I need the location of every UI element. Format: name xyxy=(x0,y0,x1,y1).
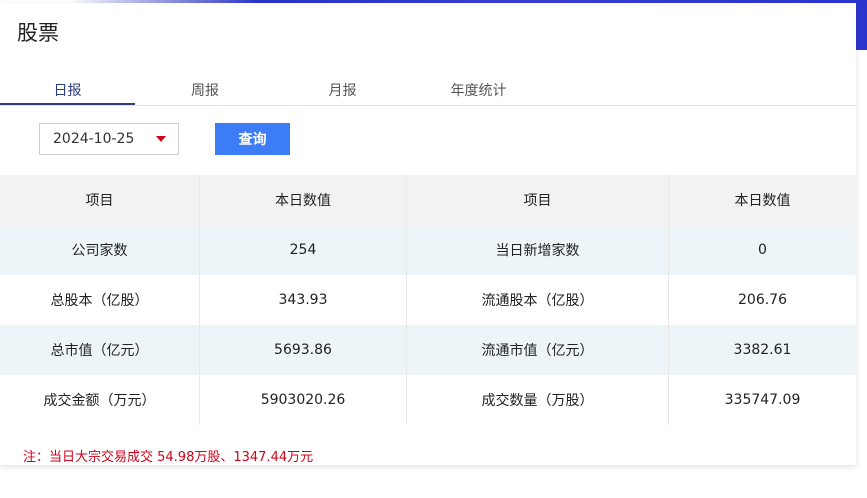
tab-weekly[interactable]: 周报 xyxy=(135,76,275,106)
table-cell: 总市值（亿元） xyxy=(0,325,200,375)
table-cell: 0 xyxy=(758,242,767,258)
query-button[interactable]: 查询 xyxy=(215,123,290,155)
table-row: 成交金额（万元） 5903020.26 成交数量（万股） 335747.09 xyxy=(0,375,856,425)
caret-down-icon xyxy=(156,136,166,142)
table-cell: 343.93 xyxy=(200,275,407,325)
tab-monthly[interactable]: 月报 xyxy=(275,76,410,106)
table-header: 项目 xyxy=(407,175,669,225)
tab-annual[interactable]: 年度统计 xyxy=(410,76,547,106)
table-header-row: 项目 本日数值 项目 本日数值 xyxy=(0,175,856,225)
report-tabs: 日报 周报 月报 年度统计 xyxy=(0,76,856,106)
page-title: 股票 xyxy=(17,21,59,45)
table-header: 本日数值 xyxy=(200,175,407,225)
table-cell: 当日新增家数 xyxy=(407,225,669,275)
stats-table: 项目 本日数值 项目 本日数值 公司家数 254 当日新增家数 0 总股本（亿股… xyxy=(0,175,856,425)
table-cell: 254 xyxy=(200,225,407,275)
table-header: 项目 xyxy=(0,175,200,225)
right-edge xyxy=(856,50,867,498)
table-cell: 成交数量（万股） xyxy=(407,375,669,425)
table-cell: 成交金额（万元） xyxy=(0,375,200,425)
block-trade-note: 注：当日大宗交易成交 54.98万股、1347.44万元 xyxy=(23,450,314,465)
table-cell: 335747.09 xyxy=(724,392,801,408)
table-cell: 流通股本（亿股） xyxy=(407,275,669,325)
table-cell: 5903020.26 xyxy=(200,375,407,425)
date-select-value: 2024-10-25 xyxy=(53,131,135,147)
table-row: 总股本（亿股） 343.93 流通股本（亿股） 206.76 xyxy=(0,275,856,325)
date-select[interactable]: 2024-10-25 xyxy=(39,123,179,155)
table-row: 公司家数 254 当日新增家数 0 xyxy=(0,225,856,275)
table-cell: 5693.86 xyxy=(200,325,407,375)
table-row: 总市值（亿元） 5693.86 流通市值（亿元） 3382.61 xyxy=(0,325,856,375)
table-cell: 206.76 xyxy=(738,292,787,308)
tab-active-indicator xyxy=(0,103,135,105)
tab-daily[interactable]: 日报 xyxy=(0,76,135,106)
table-cell: 总股本（亿股） xyxy=(0,275,200,325)
table-header: 本日数值 xyxy=(734,193,791,209)
table-cell: 3382.61 xyxy=(733,342,792,358)
table-cell: 流通市值（亿元） xyxy=(407,325,669,375)
table-cell: 公司家数 xyxy=(0,225,200,275)
